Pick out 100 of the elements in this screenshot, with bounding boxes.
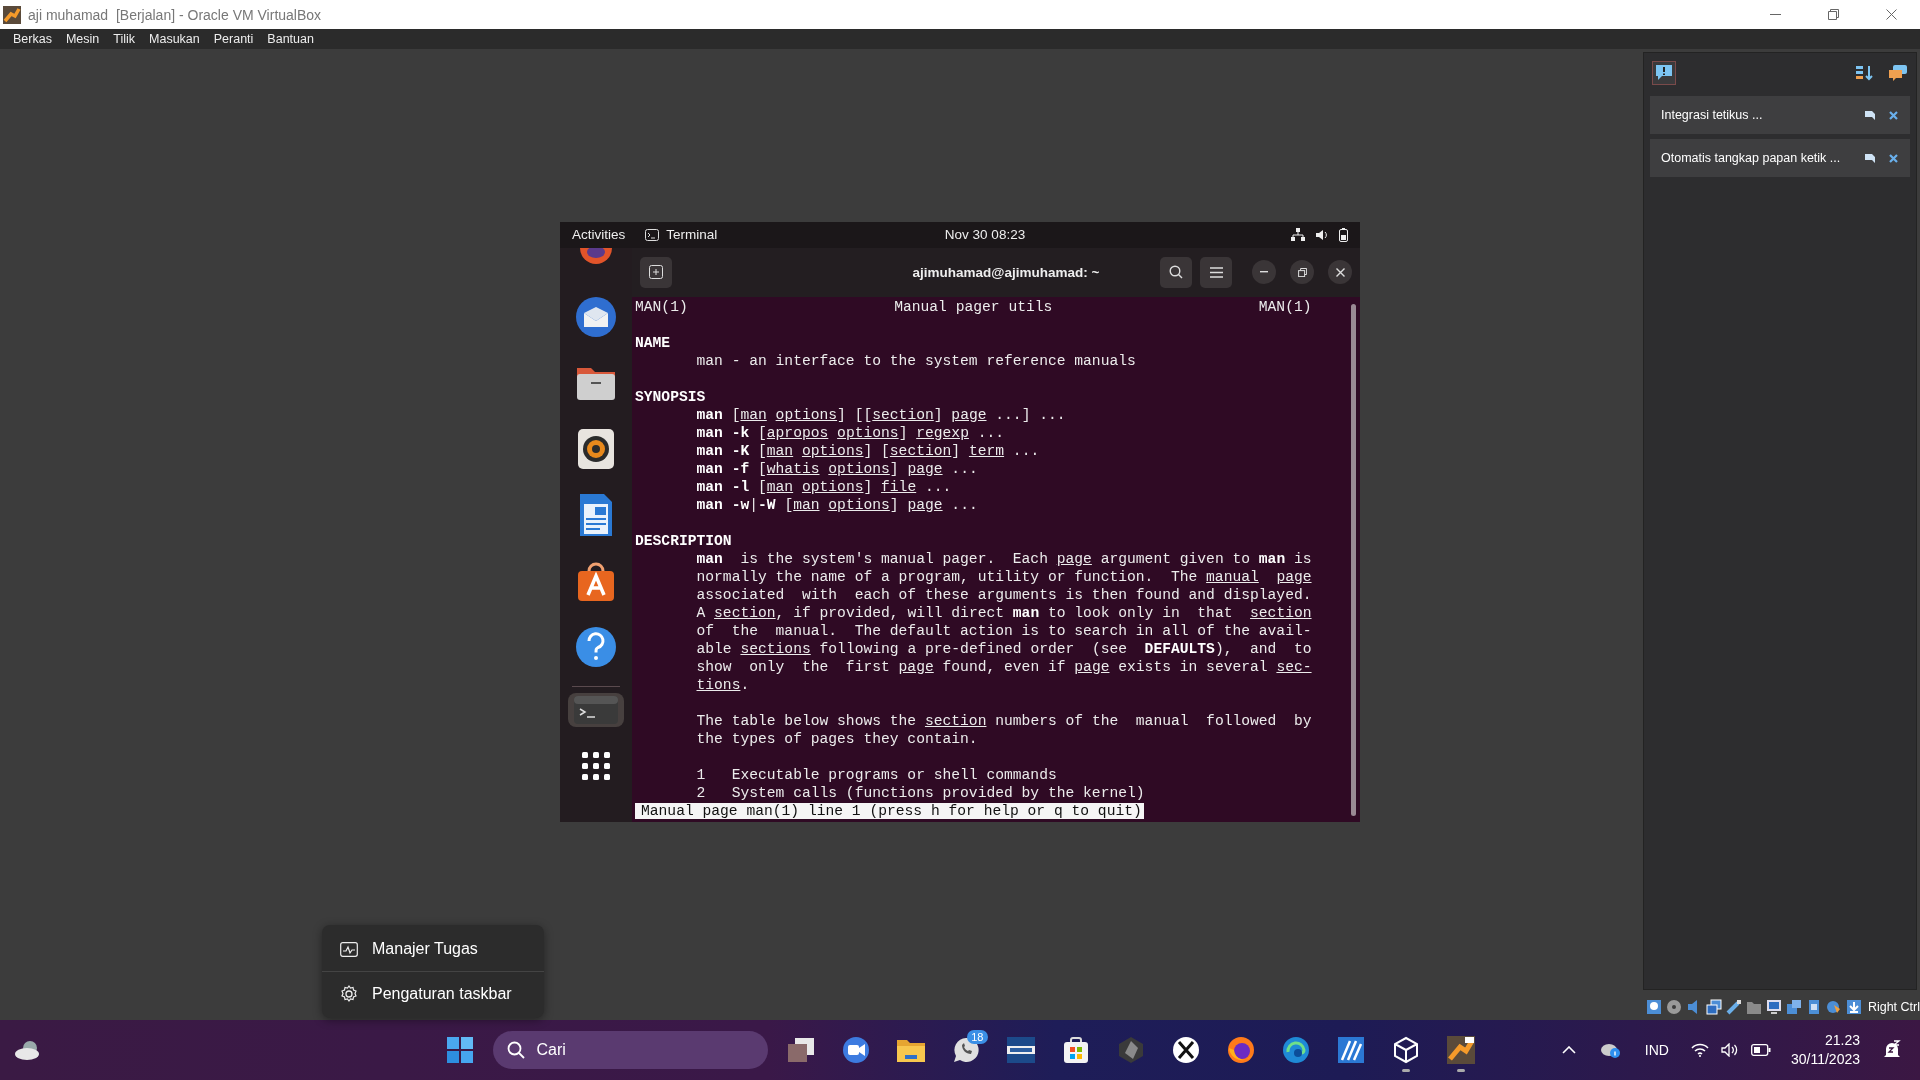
- network-icon: [1705, 999, 1722, 1015]
- clock-button[interactable]: Nov 30 08:23: [894, 227, 1026, 242]
- usb-icon: [1725, 999, 1742, 1015]
- swirl-icon: [1281, 1036, 1310, 1064]
- window-app-icon: [1445, 1035, 1476, 1065]
- restore-icon: [1827, 9, 1839, 20]
- notification-item[interactable]: Otomatis tangkap papan ketik ...: [1650, 139, 1910, 177]
- terminal-title: ajimuhamad@ajimuhamad: ~: [911, 264, 1101, 280]
- man-page-line: man is the system's manual pager. Each page argument given to man is: [696, 550, 1312, 567]
- clock-time: 21.23: [1824, 1031, 1860, 1050]
- close-button[interactable]: [1328, 260, 1352, 284]
- menu-item[interactable]: Masukan: [142, 32, 207, 46]
- notification-text: Integrasi tetikus ...: [1661, 108, 1764, 122]
- shopping-bag-icon: [1061, 1036, 1090, 1064]
- menu-icon: [1209, 266, 1223, 278]
- activity-chart-icon: [340, 941, 358, 957]
- envelope-bird-icon: [574, 294, 618, 339]
- notification-text: Otomatis tangkap papan ketik ...: [1661, 151, 1842, 165]
- windows-logo-icon: [446, 1037, 473, 1063]
- minimize-icon: [1769, 14, 1781, 15]
- banner-icon: [1005, 1036, 1036, 1064]
- man-page-line: man -f [whatis options] page ...: [696, 460, 978, 477]
- man-page-line: show only the first page found, even if page exists in several sec-: [696, 658, 1312, 675]
- x-circle-icon: [1171, 1036, 1200, 1064]
- close-icon: [1335, 267, 1345, 277]
- menu-item[interactable]: Tilik: [106, 32, 142, 46]
- volume-icon: [1315, 228, 1329, 241]
- context-menu-item[interactable]: Manajer Tugas: [322, 929, 544, 969]
- chat-bubbles-icon: [1888, 64, 1908, 82]
- cloud-icon: [14, 1039, 42, 1061]
- notification-item[interactable]: Integrasi tetikus ...: [1650, 96, 1910, 134]
- clock-date: 30/11/2023: [1790, 1050, 1860, 1069]
- new-tab-icon: [649, 265, 663, 279]
- window-title: aji muhamad [Berjalan] - Oracle VM VirtualBox: [28, 6, 322, 23]
- page-header-text: MAN(1): [1258, 297, 1312, 316]
- search-field[interactable]: Cari: [492, 1031, 768, 1069]
- section-heading: NAME: [635, 334, 671, 351]
- minimize-icon: [1260, 271, 1268, 273]
- man-page-line: The table below shows the section numbers of the manual followed by: [696, 712, 1312, 729]
- notification-button[interactable]: [1652, 61, 1676, 85]
- windows-stack-icon: [1785, 999, 1802, 1015]
- restore-icon: [1297, 267, 1307, 277]
- pin-icon[interactable]: [1865, 110, 1875, 120]
- terminal-icon: [645, 228, 660, 241]
- section-heading: DESCRIPTION: [635, 532, 732, 549]
- menu-button[interactable]: [1200, 256, 1232, 288]
- mouse-integration-icon: [1825, 999, 1842, 1015]
- scrollbar[interactable]: [1351, 303, 1356, 816]
- monitor-icon: [1765, 999, 1782, 1015]
- cube-icon: [1391, 1036, 1420, 1064]
- man-page-line: man -k [apropos options] regexp ...: [696, 424, 1005, 441]
- page-header-text: Manual pager utils: [894, 297, 1053, 316]
- pin-icon[interactable]: [1865, 153, 1875, 163]
- speaker-icon: [577, 427, 615, 470]
- menu-item[interactable]: Mesin: [58, 32, 107, 46]
- close-icon[interactable]: [1889, 110, 1898, 120]
- page-header-text: MAN(1): [635, 297, 688, 316]
- sort-icon: [1855, 64, 1873, 82]
- close-icon: [1885, 9, 1897, 20]
- clock-button[interactable]: 21.23 30/11/2023: [1782, 1031, 1868, 1069]
- volume-icon: [1720, 1043, 1739, 1057]
- notification-badge: 18: [967, 1030, 988, 1044]
- settings-icon: [340, 985, 358, 1003]
- search-icon: [506, 1041, 525, 1059]
- app-logo-icon: [3, 5, 21, 24]
- language-button[interactable]: IND: [1634, 1042, 1679, 1058]
- fox-globe-icon: [1226, 1036, 1255, 1064]
- man-page-line: man - an interface to the system reference manuals: [696, 352, 1136, 369]
- wifi-icon: [1690, 1043, 1709, 1057]
- folder-icon: [1745, 999, 1762, 1015]
- search-button[interactable]: [1160, 256, 1192, 288]
- document-icon: [578, 491, 614, 538]
- folder-icon: [895, 1037, 926, 1063]
- battery-icon: [1750, 1044, 1771, 1056]
- activities-button[interactable]: Activities: [572, 227, 626, 242]
- menu-item[interactable]: Peranti: [206, 32, 261, 46]
- help-icon: [574, 624, 618, 669]
- search-icon: [1169, 265, 1183, 279]
- man-page-line: able sections following a pre-defined order (see DEFAULTS), and to: [696, 640, 1312, 657]
- maximize-button[interactable]: [1290, 260, 1314, 284]
- stacked-pages-icon: [786, 1037, 815, 1063]
- man-page-line: 2 System calls (functions provided by the kernel): [696, 784, 1145, 801]
- download-arrow-icon: [1845, 999, 1862, 1015]
- host-key-label: Right Ctrl: [1867, 1000, 1920, 1014]
- menu-item[interactable]: Berkas: [6, 32, 59, 46]
- new-tab-button[interactable]: [640, 256, 672, 288]
- context-menu-item[interactable]: Pengaturan taskbar: [322, 974, 544, 1014]
- menu-item[interactable]: Bantuan: [260, 32, 321, 46]
- bell-sleep-icon: [1883, 1040, 1901, 1060]
- disc-icon: [1665, 999, 1682, 1015]
- close-icon[interactable]: [1889, 153, 1898, 163]
- man-page-line: associated with each of these arguments is then found and displayed.: [696, 586, 1312, 603]
- man-page-line: tions.: [696, 676, 750, 693]
- app-menu-button[interactable]: Terminal: [645, 227, 718, 242]
- cloud-info-icon: [1599, 1041, 1622, 1059]
- minimize-button[interactable]: [1252, 260, 1276, 284]
- video-camera-icon: [841, 1036, 870, 1064]
- man-page-line: the types of pages they contain.: [696, 730, 978, 747]
- battery-icon: [1339, 227, 1348, 242]
- man-page-line: of the manual. The default action is to search in all of the avail-: [696, 622, 1312, 639]
